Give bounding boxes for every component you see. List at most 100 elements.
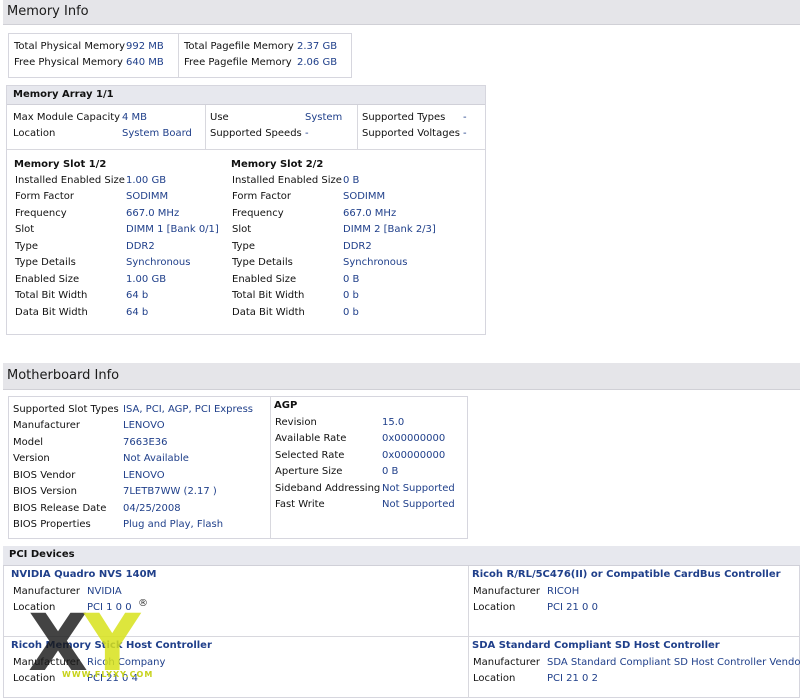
mb-manufacturer-value: LENOVO (123, 420, 165, 431)
slot1-type-details-value: Synchronous (126, 257, 191, 268)
memory-array-title: Memory Array 1/1 (13, 89, 114, 100)
nvidia-manufacturer-value: NVIDIA (87, 586, 122, 597)
agp-title: AGP (274, 400, 298, 411)
slot2-type-details-label: Type Details (232, 257, 293, 268)
bios-release-date-label: BIOS Release Date (13, 503, 107, 514)
agp-selected-rate-label: Selected Rate (275, 450, 345, 461)
memory-array-box: Memory Array 1/1 Max Module Capacity 4 M… (6, 85, 486, 335)
slot2-total-bit-width-value: 0 b (343, 290, 359, 301)
sda-location-value: PCI 21 0 2 (547, 673, 598, 684)
agp-aperture-size-value: 0 B (382, 466, 399, 477)
supported-voltages-value: - (463, 128, 467, 139)
supported-speeds-value: - (305, 128, 309, 139)
bios-vendor-label: BIOS Vendor (13, 470, 76, 481)
agp-sideband-addressing-label: Sideband Addressing (275, 483, 381, 494)
slot1-slot-label: Slot (15, 224, 35, 235)
use-value: System (305, 112, 343, 123)
supported-types-value: - (463, 112, 467, 123)
agp-available-rate-label: Available Rate (275, 433, 347, 444)
slot1-enabled-size-label: Enabled Size (15, 274, 80, 285)
mb-manufacturer-label: Manufacturer (13, 420, 80, 431)
slot2-total-bit-width-label: Total Bit Width (232, 290, 305, 301)
slot1-form-factor-value: SODIMM (126, 191, 169, 202)
ricoh-cardbus-location-value: PCI 21 0 0 (547, 602, 598, 613)
bios-release-date-value: 04/25/2008 (123, 503, 181, 514)
slot2-form-factor-value: SODIMM (343, 191, 386, 202)
version-value: Not Available (123, 453, 189, 464)
agp-fast-write-value: Not Supported (382, 499, 455, 510)
agp-selected-rate-value: 0x00000000 (382, 450, 446, 461)
slot2-slot-label: Slot (232, 224, 252, 235)
agp-aperture-size-label: Aperture Size (275, 466, 343, 477)
pci-devices-title: PCI Devices (9, 549, 75, 560)
motherboard-info-header: Motherboard Info (3, 363, 800, 390)
slot2-data-bit-width-value: 0 b (343, 307, 359, 318)
slot1-form-factor-label: Form Factor (15, 191, 74, 202)
nvidia-location-value: PCI 1 0 0 (87, 602, 132, 613)
motherboard-box: Supported Slot Types ISA, PCI, AGP, PCI … (8, 396, 468, 539)
pci-devices-grid: NVIDIA Quadro NVS 140M Manufacturer NVID… (3, 566, 800, 698)
max-module-capacity-value: 4 MB (122, 112, 148, 123)
slot2-enabled-size-value: 0 B (343, 274, 360, 285)
location-value: System Board (122, 128, 192, 139)
ricoh-cardbus-location-label: Location (473, 602, 516, 613)
agp-revision-label: Revision (275, 417, 317, 428)
ricoh-cardbus-manufacturer-label: Manufacturer (473, 586, 540, 597)
memory-info-header: Memory Info (3, 0, 800, 25)
slot1-frequency-value: 667.0 MHz (126, 208, 180, 219)
slot1-frequency-label: Frequency (15, 208, 67, 219)
memory-slot-2-title: Memory Slot 2/2 (231, 159, 324, 170)
memory-slot-1-title: Memory Slot 1/2 (14, 159, 107, 170)
free-physical-memory-label: Free Physical Memory (14, 57, 123, 68)
slot1-type-label: Type (15, 241, 38, 252)
motherboard-info-title: Motherboard Info (7, 368, 120, 383)
agp-sideband-addressing-value: Not Supported (382, 483, 455, 494)
free-pagefile-memory-value: 2.06 GB (297, 57, 338, 68)
pci-device-ricoh-cardbus-title: Ricoh R/RL/5C476(II) or Compatible CardB… (472, 569, 781, 580)
location-label: Location (13, 128, 56, 139)
ricoh-cardbus-manufacturer-value: RICOH (547, 586, 580, 597)
slot2-slot-value: DIMM 2 [Bank 2/3] (343, 224, 436, 235)
pci-device-sda-title: SDA Standard Compliant SD Host Controlle… (472, 640, 720, 651)
slot2-frequency-label: Frequency (232, 208, 284, 219)
slot2-installed-enabled-size-value: 0 B (343, 175, 360, 186)
model-value: 7663E36 (123, 437, 168, 448)
total-pagefile-memory-value: 2.37 GB (297, 41, 338, 52)
supported-slot-types-value: ISA, PCI, AGP, PCI Express (123, 404, 253, 415)
slot1-enabled-size-value: 1.00 GB (126, 274, 167, 285)
bios-version-value: 7LETB7WW (2.17 ) (123, 486, 217, 497)
slot2-installed-enabled-size-label: Installed Enabled Size (232, 175, 342, 186)
pci-device-nvidia-title: NVIDIA Quadro NVS 140M (11, 569, 157, 580)
supported-types-label: Supported Types (362, 112, 446, 123)
memory-info-title: Memory Info (7, 4, 89, 19)
nvidia-location-label: Location (13, 602, 56, 613)
supported-voltages-label: Supported Voltages (362, 128, 460, 139)
bios-properties-value: Plug and Play, Flash (123, 519, 224, 530)
slot1-installed-enabled-size-value: 1.00 GB (126, 175, 167, 186)
ricoh-memstick-location-label: Location (13, 673, 56, 684)
slot2-enabled-size-label: Enabled Size (232, 274, 297, 285)
model-label: Model (13, 437, 44, 448)
agp-fast-write-label: Fast Write (275, 499, 325, 510)
slot2-frequency-value: 667.0 MHz (343, 208, 397, 219)
bios-version-label: BIOS Version (13, 486, 77, 497)
slot1-type-value: DDR2 (126, 241, 155, 252)
slot1-type-details-label: Type Details (15, 257, 76, 268)
slot2-type-label: Type (232, 241, 255, 252)
slot1-data-bit-width-label: Data Bit Width (15, 307, 88, 318)
slot1-slot-value: DIMM 1 [Bank 0/1] (126, 224, 219, 235)
max-module-capacity-label: Max Module Capacity (13, 112, 121, 123)
ricoh-memstick-location-value: PCI 21 0 4 (87, 673, 138, 684)
memory-array-header: Memory Array 1/1 (7, 86, 485, 105)
sda-manufacturer-value: SDA Standard Compliant SD Host Controlle… (547, 657, 800, 668)
sda-location-label: Location (473, 673, 516, 684)
supported-speeds-label: Supported Speeds (210, 128, 302, 139)
slot1-data-bit-width-value: 64 b (126, 307, 149, 318)
agp-revision-value: 15.0 (382, 417, 405, 428)
slot2-data-bit-width-label: Data Bit Width (232, 307, 305, 318)
pci-devices-header: PCI Devices (3, 546, 800, 566)
ricoh-memstick-manufacturer-label: Manufacturer (13, 657, 80, 668)
total-physical-memory-value: 992 MB (126, 41, 164, 52)
agp-available-rate-value: 0x00000000 (382, 433, 446, 444)
bios-vendor-value: LENOVO (123, 470, 165, 481)
